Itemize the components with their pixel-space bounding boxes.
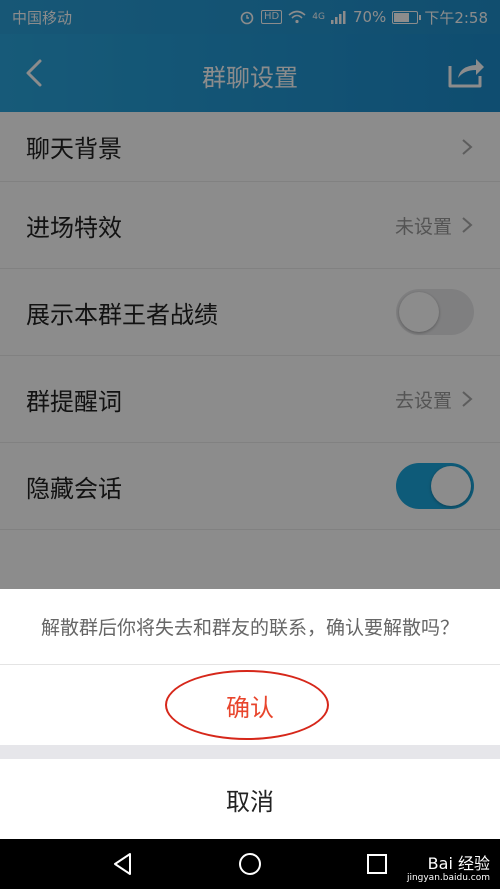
cancel-label: 取消 (226, 787, 274, 816)
action-sheet: 解散群后你将失去和群友的联系，确认要解散吗？ 确认 取消 (0, 589, 500, 839)
highlight-circle (165, 670, 329, 740)
recents-square-icon[interactable] (364, 851, 390, 877)
home-circle-icon[interactable] (237, 851, 263, 877)
confirm-button[interactable]: 确认 (0, 665, 500, 745)
cancel-button[interactable]: 取消 (0, 759, 500, 839)
watermark-brand: Bai 经验 (427, 854, 490, 873)
watermark-url: jingyan.baidu.com (406, 873, 490, 883)
baidu-watermark: Bai 经验 jingyan.baidu.com (406, 854, 490, 885)
modal-backdrop[interactable] (0, 0, 500, 589)
sheet-divider (0, 745, 500, 759)
dissolve-warning-text: 解散群后你将失去和群友的联系，确认要解散吗？ (0, 589, 500, 665)
back-triangle-icon[interactable] (110, 851, 136, 877)
